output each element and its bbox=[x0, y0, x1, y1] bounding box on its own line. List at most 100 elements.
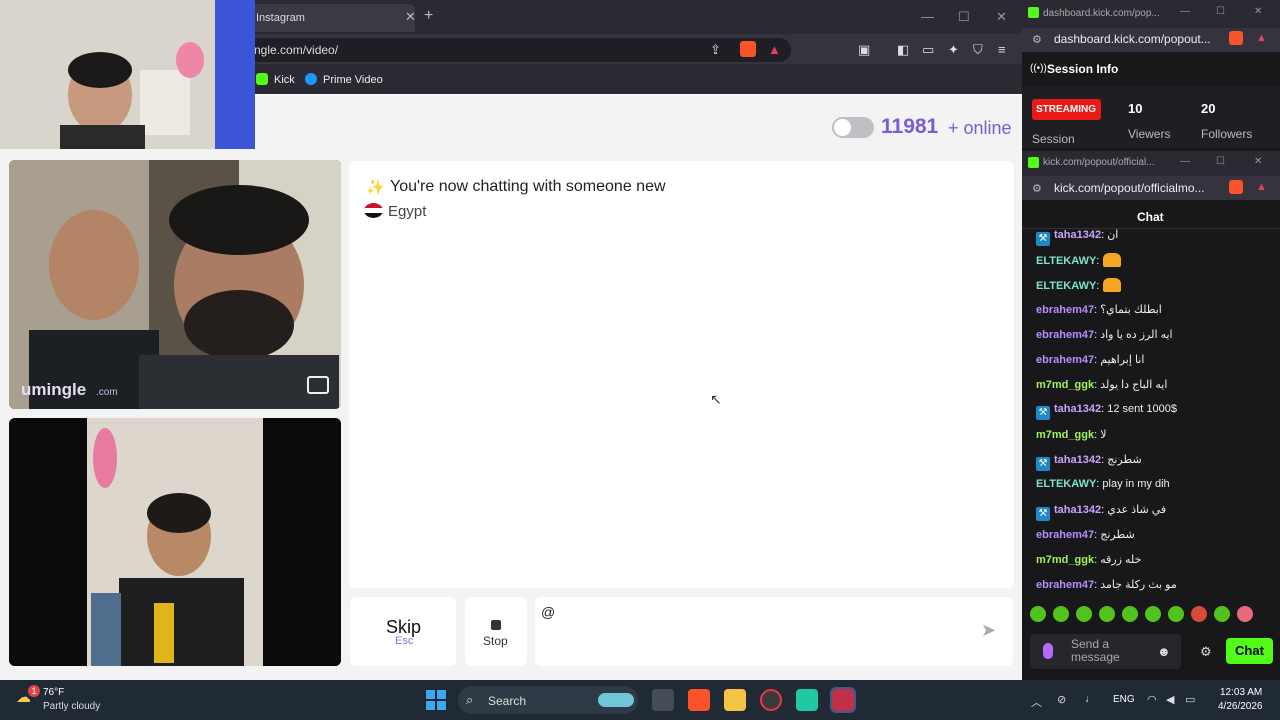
settings-gear-icon[interactable]: ⚙ bbox=[1200, 644, 1212, 660]
chat-url[interactable]: kick.com/popout/officialmo... bbox=[1054, 181, 1240, 195]
clock-date[interactable]: 4/26/2026 bbox=[1218, 701, 1263, 712]
close-tab-icon[interactable]: ✕ bbox=[405, 9, 416, 25]
chat-message: m7md_ggk: ايه الباج دا يولد bbox=[1036, 378, 1167, 391]
emote-icon[interactable] bbox=[1099, 606, 1115, 622]
chat-username[interactable]: ELTEKAWY bbox=[1036, 478, 1096, 490]
battery-icon[interactable]: ▭ bbox=[1185, 693, 1195, 706]
rewards-icon[interactable]: ▲ bbox=[1256, 32, 1267, 44]
maximize-icon[interactable]: ☐ bbox=[1216, 6, 1225, 17]
moderator-badge-icon: ⚒ bbox=[1036, 232, 1050, 246]
notifications-off-icon[interactable]: ⊘ bbox=[1057, 693, 1066, 706]
stop-button[interactable] bbox=[465, 597, 527, 666]
minimize-icon[interactable]: — bbox=[1180, 156, 1190, 167]
brave-shield-icon[interactable] bbox=[1229, 31, 1243, 45]
address-bar[interactable]: ngle.com/video/ bbox=[236, 38, 791, 62]
clock-time[interactable]: 12:03 AM bbox=[1220, 687, 1262, 698]
rewards-icon[interactable]: ▲ bbox=[1256, 181, 1267, 193]
file-explorer-icon[interactable] bbox=[724, 689, 746, 711]
emote-icon[interactable] bbox=[1076, 606, 1092, 622]
tab-instagram[interactable]: Instagram bbox=[250, 4, 415, 32]
emote-icon[interactable] bbox=[1030, 606, 1046, 622]
maximize-icon[interactable]: ☐ bbox=[958, 9, 970, 25]
site-info-icon[interactable]: ⚙ bbox=[1032, 33, 1042, 46]
message-input[interactable] bbox=[535, 597, 1013, 666]
brave-shield-icon[interactable] bbox=[740, 41, 756, 57]
share-icon[interactable]: ⇪ bbox=[710, 42, 721, 58]
leo-ai-icon[interactable]: ✦ bbox=[948, 42, 959, 58]
toggle-knob bbox=[834, 119, 851, 136]
send-icon[interactable]: ➤ bbox=[981, 620, 996, 641]
wallet-icon[interactable]: ▭ bbox=[922, 42, 934, 58]
emote-icon[interactable] bbox=[1122, 606, 1138, 622]
report-flag-icon[interactable] bbox=[307, 376, 329, 394]
windows-start-icon[interactable] bbox=[426, 690, 446, 710]
emoji-icon[interactable]: ☻ bbox=[1157, 644, 1171, 659]
system-message: You're now chatting with someone new bbox=[390, 178, 666, 195]
chat-username[interactable]: ebrahem47 bbox=[1036, 304, 1094, 316]
brave-browser-icon[interactable] bbox=[688, 689, 710, 711]
chat-username[interactable]: taha1342 bbox=[1054, 504, 1101, 516]
chat-username[interactable]: taha1342 bbox=[1054, 454, 1101, 466]
chat-username[interactable]: m7md_ggk bbox=[1036, 379, 1094, 391]
chat-app-icon[interactable] bbox=[796, 689, 818, 711]
bookmark-kick[interactable]: Kick bbox=[256, 73, 295, 86]
volume-icon[interactable]: ◀ bbox=[1166, 693, 1174, 706]
stop-icon bbox=[491, 620, 501, 630]
message-input-value: @ bbox=[541, 604, 556, 620]
emote-icon[interactable] bbox=[1053, 606, 1069, 622]
task-view-icon[interactable] bbox=[652, 689, 674, 711]
chat-message: ⚒ taha1342: شطرنج bbox=[1036, 453, 1142, 471]
chat-username[interactable]: m7md_ggk bbox=[1036, 554, 1094, 566]
recorder-icon[interactable] bbox=[830, 687, 856, 713]
bookmark-prime-video[interactable]: Prime Video bbox=[305, 73, 383, 86]
chat-text: : play in my dih bbox=[1096, 478, 1170, 490]
emote-icon[interactable] bbox=[1145, 606, 1161, 622]
chat-username[interactable]: m7md_ggk bbox=[1036, 429, 1094, 441]
microphone-icon[interactable] bbox=[1043, 643, 1053, 659]
minimize-icon[interactable]: — bbox=[921, 9, 934, 24]
chat-username[interactable]: ebrahem47 bbox=[1036, 579, 1094, 591]
wifi-icon[interactable]: ◠ bbox=[1147, 693, 1157, 706]
emote-icon[interactable] bbox=[1191, 606, 1207, 622]
chat-username[interactable]: ELTEKAWY bbox=[1036, 255, 1096, 267]
rewards-icon[interactable]: ▲ bbox=[768, 42, 781, 57]
screenshot-icon[interactable]: ▣ bbox=[858, 42, 870, 58]
prime-video-icon bbox=[305, 73, 317, 85]
new-tab-icon[interactable]: + bbox=[424, 7, 433, 25]
chat-username[interactable]: ebrahem47 bbox=[1036, 529, 1094, 541]
obs-icon[interactable] bbox=[760, 689, 782, 711]
stop-label: Stop bbox=[483, 634, 508, 648]
close-window-icon[interactable]: ✕ bbox=[1254, 156, 1262, 167]
brave-shield-icon[interactable] bbox=[1229, 180, 1243, 194]
chat-message: ⚒ taha1342: ان bbox=[1036, 228, 1118, 246]
close-window-icon[interactable]: ✕ bbox=[1254, 6, 1262, 17]
send-chat-button[interactable]: Chat bbox=[1226, 638, 1273, 664]
weather-desc: Partly cloudy bbox=[43, 701, 101, 712]
emote-icon[interactable] bbox=[1168, 606, 1184, 622]
sidebar-icon[interactable]: ◧ bbox=[897, 42, 909, 58]
chat-message: ebrahem47: مو بث ركلة جامد bbox=[1036, 578, 1177, 591]
menu-icon[interactable]: ≡ bbox=[998, 42, 1006, 57]
tray-chevron-icon[interactable]: ︿ bbox=[1031, 694, 1042, 710]
vpn-icon[interactable]: ⛉ bbox=[973, 42, 983, 58]
sparkle-icon: ✨ bbox=[366, 179, 385, 196]
chat-username[interactable]: ELTEKAWY bbox=[1036, 280, 1096, 292]
url-text: ngle.com/video/ bbox=[254, 43, 339, 57]
site-info-icon[interactable]: ⚙ bbox=[1032, 182, 1042, 195]
chat-username[interactable]: taha1342 bbox=[1054, 403, 1101, 415]
self-video bbox=[9, 418, 341, 666]
chat-username[interactable]: ebrahem47 bbox=[1036, 329, 1094, 341]
taco-emote-icon bbox=[1103, 253, 1122, 267]
close-window-icon[interactable]: ✕ bbox=[996, 9, 1007, 25]
emote-icon[interactable] bbox=[1237, 606, 1253, 622]
emote-icon[interactable] bbox=[1214, 606, 1230, 622]
kick-logo-icon bbox=[1028, 157, 1039, 168]
dashboard-url[interactable]: dashboard.kick.com/popout... bbox=[1054, 32, 1240, 46]
chat-username[interactable]: taha1342 bbox=[1054, 229, 1101, 241]
maximize-icon[interactable]: ☐ bbox=[1216, 156, 1225, 167]
language-indicator[interactable]: ENG bbox=[1113, 694, 1135, 705]
umingle-logo: umingle bbox=[21, 380, 87, 399]
minimize-icon[interactable]: — bbox=[1180, 6, 1190, 17]
microphone-tray-icon[interactable]: ♩ bbox=[1085, 693, 1096, 705]
chat-username[interactable]: ebrahem47 bbox=[1036, 354, 1094, 366]
